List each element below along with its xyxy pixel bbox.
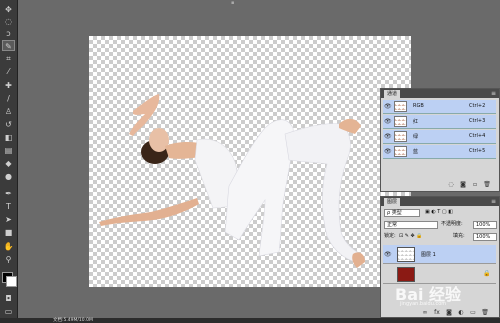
eye-icon[interactable]: 👁: [384, 118, 392, 125]
save-selection-icon[interactable]: ◙: [459, 181, 467, 189]
channel-name: RGB: [413, 103, 424, 109]
new-group-icon[interactable]: ▭: [469, 309, 477, 317]
layers-footer: ∞ fx ◙ ◐ ▭ 🗑: [381, 309, 499, 318]
layer-thumbnail: [397, 267, 415, 282]
channel-thumbnail: [394, 116, 407, 127]
type-tool-icon[interactable]: T: [2, 201, 15, 212]
pixel-filter-icon[interactable]: ▣ ◐ T ▢ ◧: [425, 209, 453, 215]
zoom-tool-icon[interactable]: ⚲: [2, 254, 15, 265]
channel-shortcut: Ctrl+2: [469, 103, 486, 109]
path-select-icon[interactable]: ➤: [2, 214, 15, 225]
channels-panel: 通道 ≡ 👁 RGB Ctrl+2 👁 红 Ctrl+3 👁 绿 Ctrl+4 …: [380, 88, 500, 192]
lock-label: 锁定:: [384, 233, 396, 239]
load-selection-icon[interactable]: ◌: [447, 181, 455, 189]
eye-icon[interactable]: 👁: [384, 103, 392, 110]
layer-style-icon[interactable]: fx: [433, 309, 441, 317]
panel-menu-icon[interactable]: ≡: [491, 198, 496, 206]
adjustment-layer-icon[interactable]: ◐: [457, 309, 465, 317]
trash-icon[interactable]: 🗑: [483, 181, 491, 189]
tools-panel: ✥ ◌ ↄ ✎ ⌗ ⁄ ✚ / ♙ ↺ ◧ ▤ ◆ ● ✒ T ➤ ■ ✋ ⚲ …: [0, 0, 18, 323]
new-channel-icon[interactable]: ▫: [471, 181, 479, 189]
channel-thumbnail: [394, 146, 407, 157]
document-canvas[interactable]: [89, 36, 411, 287]
history-brush-icon[interactable]: ↺: [2, 119, 15, 130]
channel-thumbnail: [394, 131, 407, 142]
channel-name: 红: [413, 119, 419, 125]
channel-name: 绿: [413, 134, 419, 140]
eye-icon[interactable]: 👁: [384, 251, 392, 258]
dancer-cutout-image: [99, 94, 365, 268]
channel-row[interactable]: 👁 绿 Ctrl+4: [383, 130, 496, 144]
channel-shortcut: Ctrl+4: [469, 133, 486, 139]
channel-row[interactable]: 👁 红 Ctrl+3: [383, 115, 496, 129]
lasso-tool-icon[interactable]: ↄ: [2, 28, 15, 39]
background-color-swatch[interactable]: [6, 276, 17, 287]
layer-thumbnail: [397, 247, 415, 262]
crop-tool-icon[interactable]: ⌗: [2, 53, 15, 64]
status-bar: 文档:5.49M/10.0M: [0, 318, 500, 323]
layers-panel-header: 图层 ≡: [381, 197, 499, 206]
channel-shortcut: Ctrl+5: [469, 148, 486, 154]
trash-icon[interactable]: 🗑: [481, 309, 489, 317]
move-tool-icon[interactable]: ✥: [2, 4, 15, 15]
dodge-tool-icon[interactable]: ●: [2, 171, 15, 182]
panel-menu-icon[interactable]: ≡: [491, 90, 496, 98]
opacity-label: 不透明度:: [441, 221, 463, 227]
blend-mode-select[interactable]: 正常: [384, 221, 438, 229]
filter-icons: ▣ ◐ T ▢ ◧: [425, 208, 453, 217]
layers-tab[interactable]: 图层: [384, 198, 401, 206]
channel-shortcut: Ctrl+3: [469, 118, 486, 124]
link-layers-icon[interactable]: ∞: [421, 309, 429, 317]
channel-name: 蓝: [413, 149, 419, 155]
healing-tool-icon[interactable]: ✚: [2, 80, 15, 91]
blur-tool-icon[interactable]: ◆: [2, 158, 15, 169]
top-marker: ▪: [231, 0, 235, 6]
channel-row[interactable]: 👁 RGB Ctrl+2: [383, 100, 496, 114]
screen-mode-icon[interactable]: ▭: [2, 306, 15, 317]
opacity-input[interactable]: 100%: [473, 221, 497, 229]
quick-mask-icon[interactable]: ◘: [2, 293, 15, 304]
eye-icon[interactable]: 👁: [384, 133, 392, 140]
clone-stamp-icon[interactable]: ♙: [2, 106, 15, 117]
lock-icons[interactable]: ⊡ ✎ ✥ 🔒: [399, 232, 423, 241]
channels-footer: ◌ ◙ ▫ 🗑: [381, 181, 499, 190]
shape-tool-icon[interactable]: ■: [2, 227, 15, 238]
hand-tool-icon[interactable]: ✋: [2, 241, 15, 252]
eye-icon[interactable]: 👁: [384, 148, 392, 155]
brush-tool-icon[interactable]: /: [2, 93, 15, 104]
doc-size-info: 文档:5.49M/10.0M: [53, 318, 93, 323]
layer-kind-filter[interactable]: ρ 类型: [384, 209, 420, 217]
marquee-tool-icon[interactable]: ◌: [2, 16, 15, 27]
channels-tab[interactable]: 通道: [384, 90, 401, 98]
lock-icon: 🔒: [483, 270, 491, 277]
layer-row[interactable]: 👁 图层 1: [383, 245, 496, 264]
eraser-tool-icon[interactable]: ◧: [2, 132, 15, 143]
quick-select-tool-icon[interactable]: ✎: [2, 40, 15, 51]
add-mask-icon[interactable]: ◙: [445, 309, 453, 317]
eyedropper-tool-icon[interactable]: ⁄: [2, 66, 15, 77]
channel-row[interactable]: 👁 蓝 Ctrl+5: [383, 145, 496, 159]
pen-tool-icon[interactable]: ✒: [2, 188, 15, 199]
gradient-tool-icon[interactable]: ▤: [2, 145, 15, 156]
channels-panel-header: 通道 ≡: [381, 89, 499, 98]
watermark-url: jingyan.baidu.com: [400, 301, 447, 307]
channel-thumbnail: [394, 101, 407, 112]
fill-label: 填充:: [453, 233, 465, 239]
layer-name[interactable]: 图层 1: [421, 251, 436, 258]
fill-input[interactable]: 100%: [473, 233, 497, 241]
